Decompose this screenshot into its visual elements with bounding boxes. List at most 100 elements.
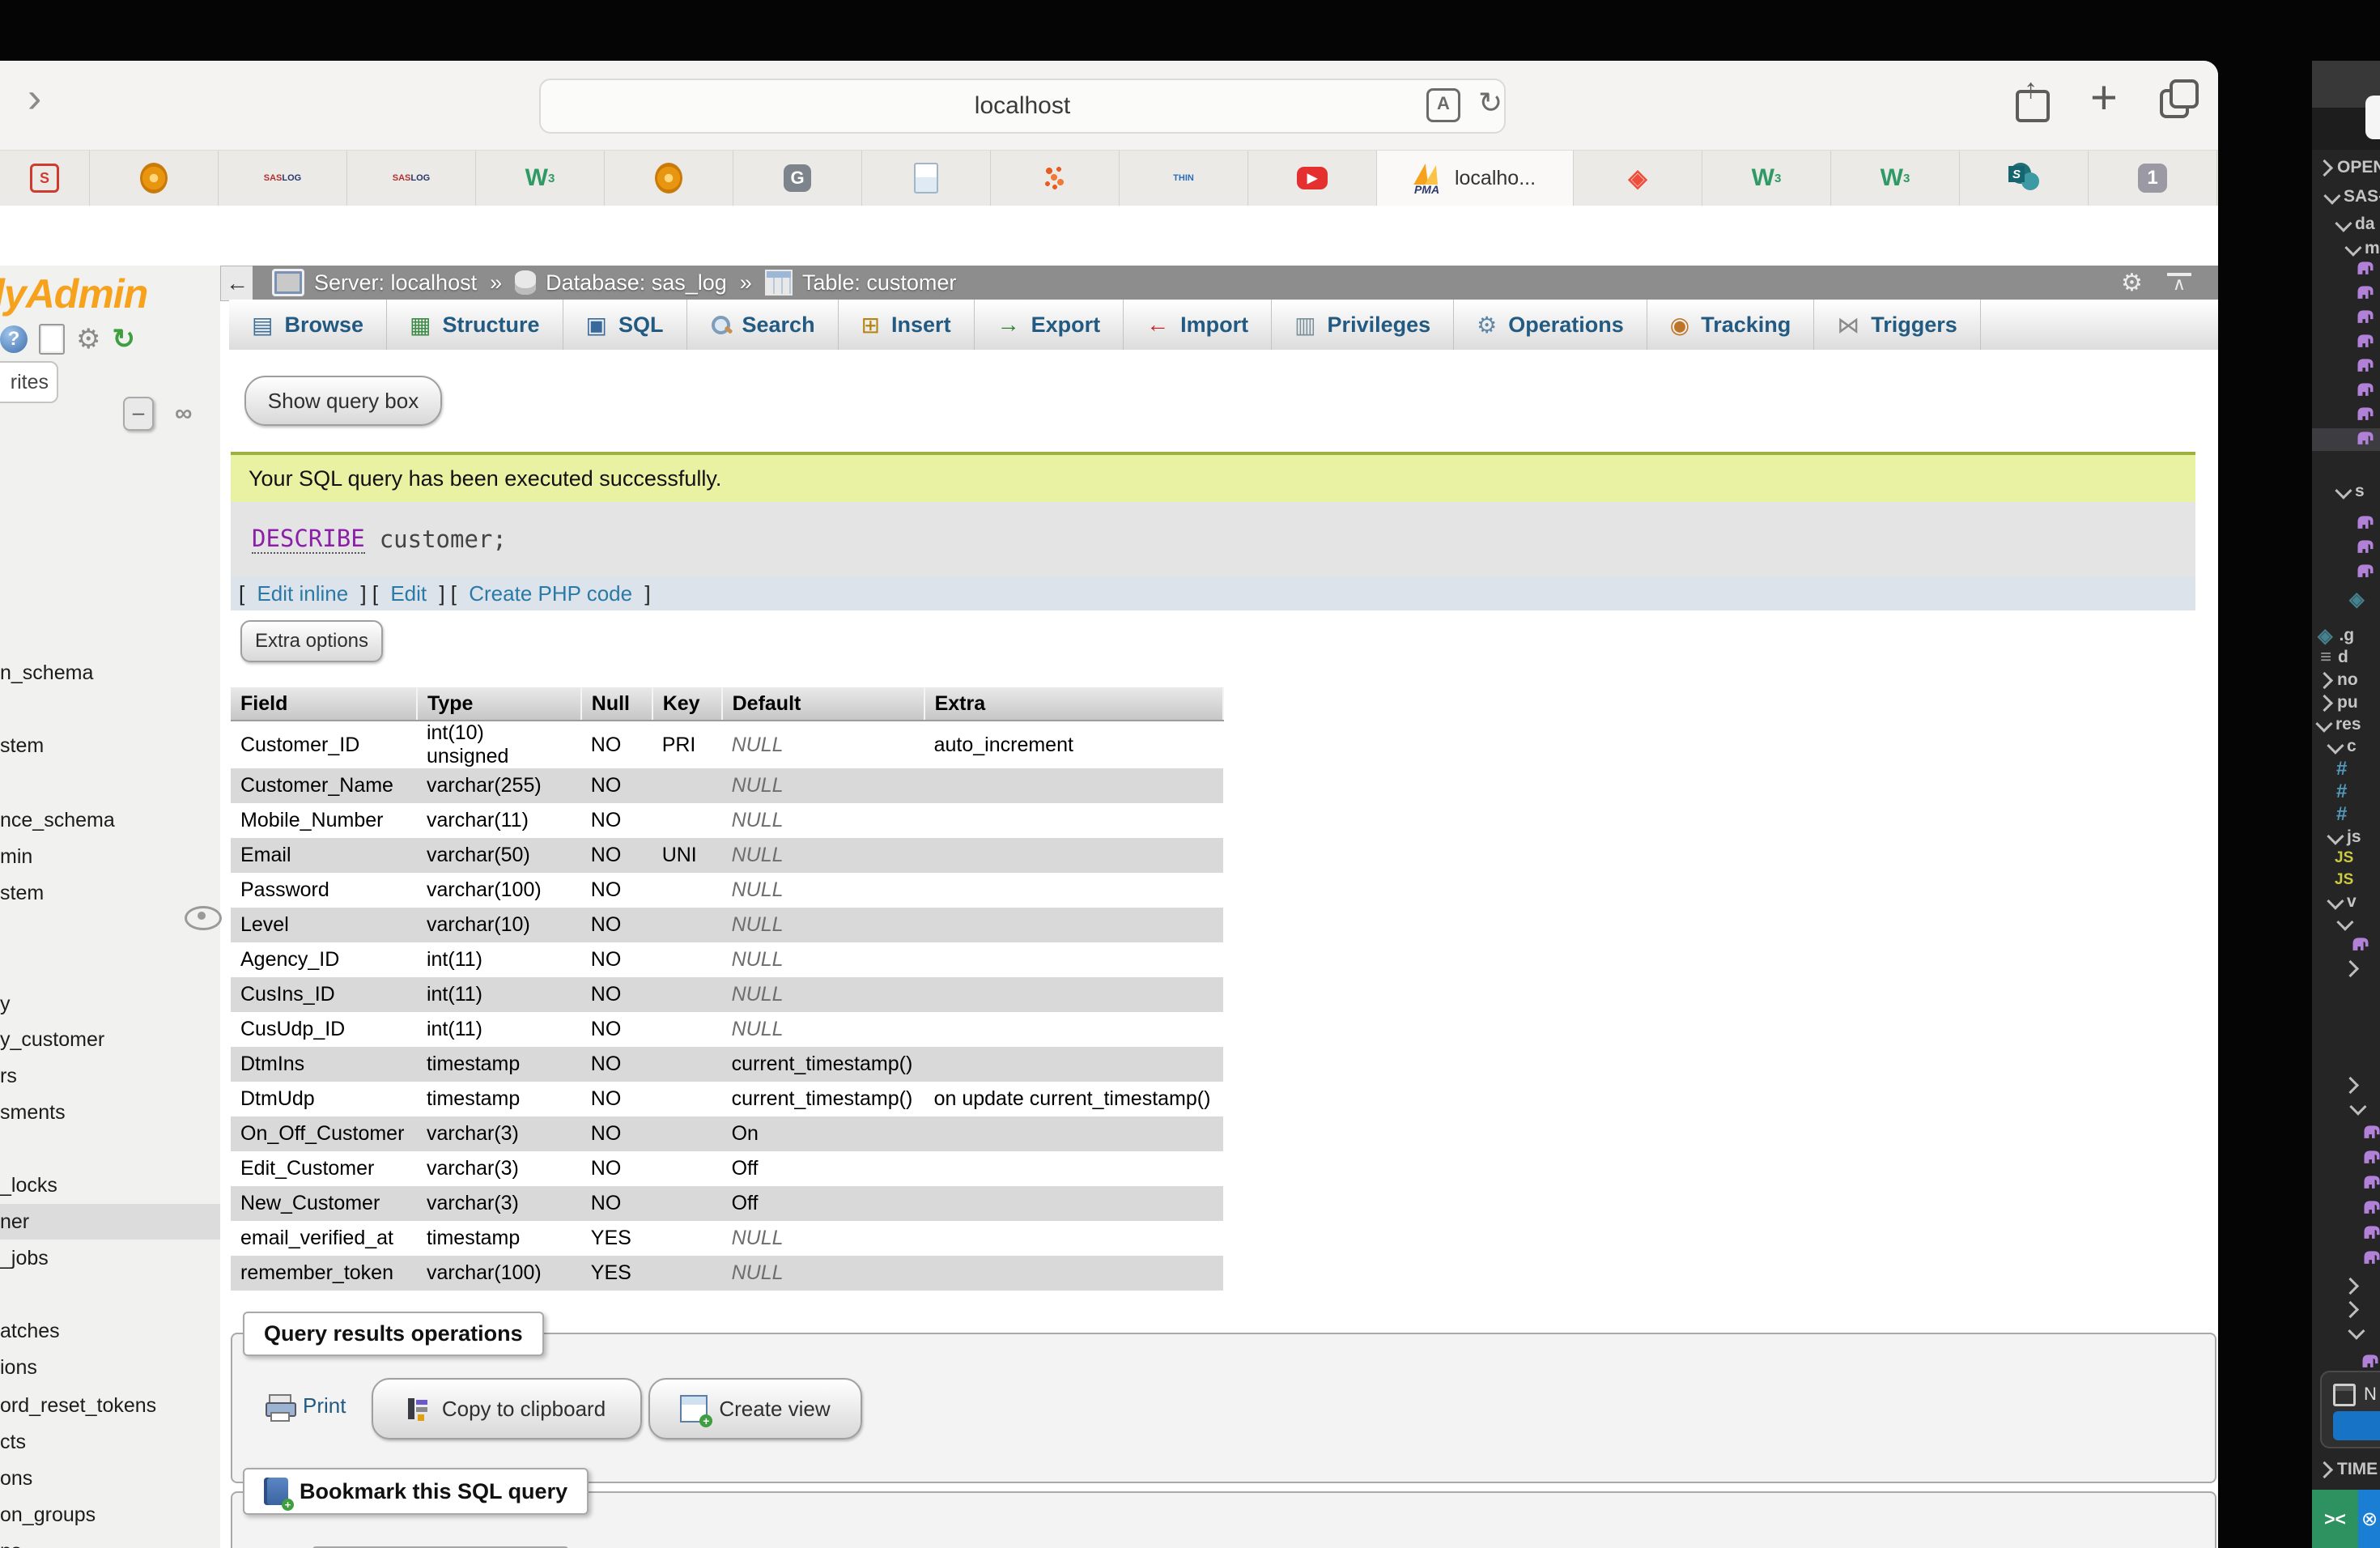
explorer-row[interactable]: JS: [2312, 847, 2380, 870]
pma-tab-triggers[interactable]: ⋈Triggers: [1814, 300, 1981, 350]
explorer-row-js[interactable]: js: [2312, 826, 2380, 848]
tab-favorites[interactable]: rites: [0, 361, 58, 403]
explorer-row[interactable]: JS: [2312, 869, 2380, 891]
breadcrumb-segment[interactable]: Table: customer: [765, 270, 957, 296]
sidebar-item[interactable]: min: [0, 839, 220, 874]
notification-action-button[interactable]: [2333, 1411, 2380, 1440]
explorer-row[interactable]: [2312, 1197, 2380, 1220]
new-tab-icon[interactable]: +: [2090, 79, 2118, 117]
explorer-row[interactable]: [2312, 1298, 2380, 1320]
pma-tab-import[interactable]: ←Import: [1124, 300, 1272, 350]
explorer-row[interactable]: [2312, 404, 2380, 427]
explorer-row[interactable]: [2312, 1223, 2380, 1245]
explorer-row-v[interactable]: v: [2312, 891, 2380, 913]
browser-tab[interactable]: [605, 151, 733, 206]
sidebar-item[interactable]: stem: [0, 875, 220, 911]
sidebar-item[interactable]: y: [0, 986, 220, 1022]
browser-tab[interactable]: SASLOG: [347, 151, 476, 206]
help-icon[interactable]: ?: [0, 325, 28, 353]
explorer-row[interactable]: [2312, 537, 2380, 559]
sidebar-item[interactable]: atches: [0, 1313, 220, 1349]
translate-icon[interactable]: A: [1426, 88, 1460, 122]
explorer-row[interactable]: #: [2312, 803, 2380, 826]
explorer-row[interactable]: #: [2312, 780, 2380, 803]
breadcrumb-segment[interactable]: Server: localhost: [272, 269, 477, 296]
browser-tab[interactable]: W3: [1702, 151, 1831, 206]
copy-to-clipboard-button[interactable]: Copy to clipboard: [372, 1378, 642, 1440]
refresh-icon[interactable]: ↻: [112, 325, 135, 353]
link-edit-inline[interactable]: Edit inline: [257, 581, 348, 606]
sidebar-item[interactable]: rs: [0, 1058, 220, 1094]
explorer-row[interactable]: [2312, 561, 2380, 584]
explorer-row[interactable]: #: [2312, 758, 2380, 780]
explorer-row[interactable]: [2312, 307, 2380, 330]
sidebar-item[interactable]: cts: [0, 1424, 220, 1460]
sidebar-item[interactable]: ns: [0, 1533, 220, 1548]
explorer-row[interactable]: [2312, 331, 2380, 354]
explorer-row[interactable]: [2312, 957, 2380, 980]
link-create-php-code[interactable]: Create PHP code: [469, 581, 632, 606]
browser-tab[interactable]: W3: [476, 151, 605, 206]
explorer-row[interactable]: [2312, 380, 2380, 402]
view-eye-icon[interactable]: [185, 906, 222, 930]
sidebar-item[interactable]: n_schema: [0, 655, 220, 691]
explorer-row-d[interactable]: ≡d: [2312, 646, 2380, 669]
pma-tab-insert[interactable]: ⊞Insert: [839, 300, 975, 350]
browser-tab[interactable]: SASLOG: [219, 151, 347, 206]
sidebar-item[interactable]: ions: [0, 1350, 220, 1385]
explorer-row[interactable]: [2312, 355, 2380, 378]
browser-tab[interactable]: 1: [2089, 151, 2217, 206]
explorer-row-sas-[interactable]: SAS-: [2312, 185, 2380, 208]
explorer-row-da[interactable]: da: [2312, 213, 2380, 236]
sidebar-item[interactable]: on_groups: [0, 1497, 220, 1533]
browser-tab[interactable]: S: [1960, 151, 2089, 206]
browser-tab[interactable]: [90, 151, 219, 206]
tab-overview-icon[interactable]: [2160, 79, 2197, 117]
print-link[interactable]: Print: [266, 1393, 346, 1418]
extra-options-button[interactable]: Extra options: [240, 620, 383, 662]
back-button[interactable]: ←: [220, 266, 254, 301]
collapse-panel-icon[interactable]: ∧: [2167, 273, 2191, 292]
sidebar-item[interactable]: _locks: [0, 1167, 220, 1203]
sidebar-item[interactable]: nce_schema: [0, 802, 220, 838]
settings-icon[interactable]: ⚙: [76, 325, 100, 353]
page-settings-icon[interactable]: ⚙: [2121, 269, 2143, 297]
explorer-row[interactable]: [2312, 912, 2380, 934]
sidebar-item[interactable]: stem: [0, 728, 220, 763]
pma-tab-operations[interactable]: ⚙Operations: [1454, 300, 1647, 350]
browser-tab[interactable]: W3: [1831, 151, 1960, 206]
link-icon[interactable]: ∞: [175, 400, 192, 427]
browser-tab[interactable]: S: [0, 151, 90, 206]
explorer-row[interactable]: [2312, 1320, 2380, 1343]
pma-tab-tracking[interactable]: ◉Tracking: [1647, 300, 1814, 350]
sidebar-item[interactable]: y_customer: [0, 1022, 220, 1057]
explorer-row[interactable]: [2312, 1248, 2380, 1270]
browser-tab[interactable]: [862, 151, 991, 206]
breadcrumb-segment[interactable]: Database: sas_log: [515, 270, 727, 296]
explorer-row-no[interactable]: no: [2312, 669, 2380, 691]
url-bar[interactable]: localhost: [539, 79, 1506, 134]
browser-tab-active[interactable]: PMAlocalho...: [1377, 151, 1574, 206]
sidebar-item-selected[interactable]: ner: [0, 1204, 220, 1240]
explorer-row-s[interactable]: s: [2312, 480, 2380, 503]
explorer-row[interactable]: ◈: [2312, 588, 2380, 610]
explorer-row[interactable]: [2312, 1122, 2380, 1145]
sidebar-item[interactable]: ord_reset_tokens: [0, 1388, 220, 1423]
show-query-box-button[interactable]: Show query box: [244, 376, 442, 426]
reload-icon[interactable]: ↻: [1478, 88, 1502, 122]
browser-tab[interactable]: ◈: [1574, 151, 1702, 206]
browser-tab[interactable]: G: [733, 151, 862, 206]
pma-tab-privileges[interactable]: ▥Privileges: [1272, 300, 1454, 350]
sidebar-item[interactable]: sments: [0, 1095, 220, 1130]
forward-button[interactable]: ›: [28, 74, 41, 122]
pma-tab-search[interactable]: Search: [687, 300, 839, 350]
explorer-row-m[interactable]: m: [2312, 237, 2380, 260]
explorer-row-c[interactable]: c: [2312, 735, 2380, 758]
explorer-row-pu[interactable]: pu: [2312, 691, 2380, 714]
sidebar-item[interactable]: ons: [0, 1461, 220, 1496]
pma-tab-sql[interactable]: ▣SQL: [563, 300, 687, 350]
explorer-row[interactable]: [2312, 1074, 2380, 1096]
explorer-row[interactable]: [2312, 1096, 2380, 1119]
pma-tab-export[interactable]: →Export: [975, 300, 1124, 350]
explorer-row[interactable]: [2312, 258, 2380, 281]
